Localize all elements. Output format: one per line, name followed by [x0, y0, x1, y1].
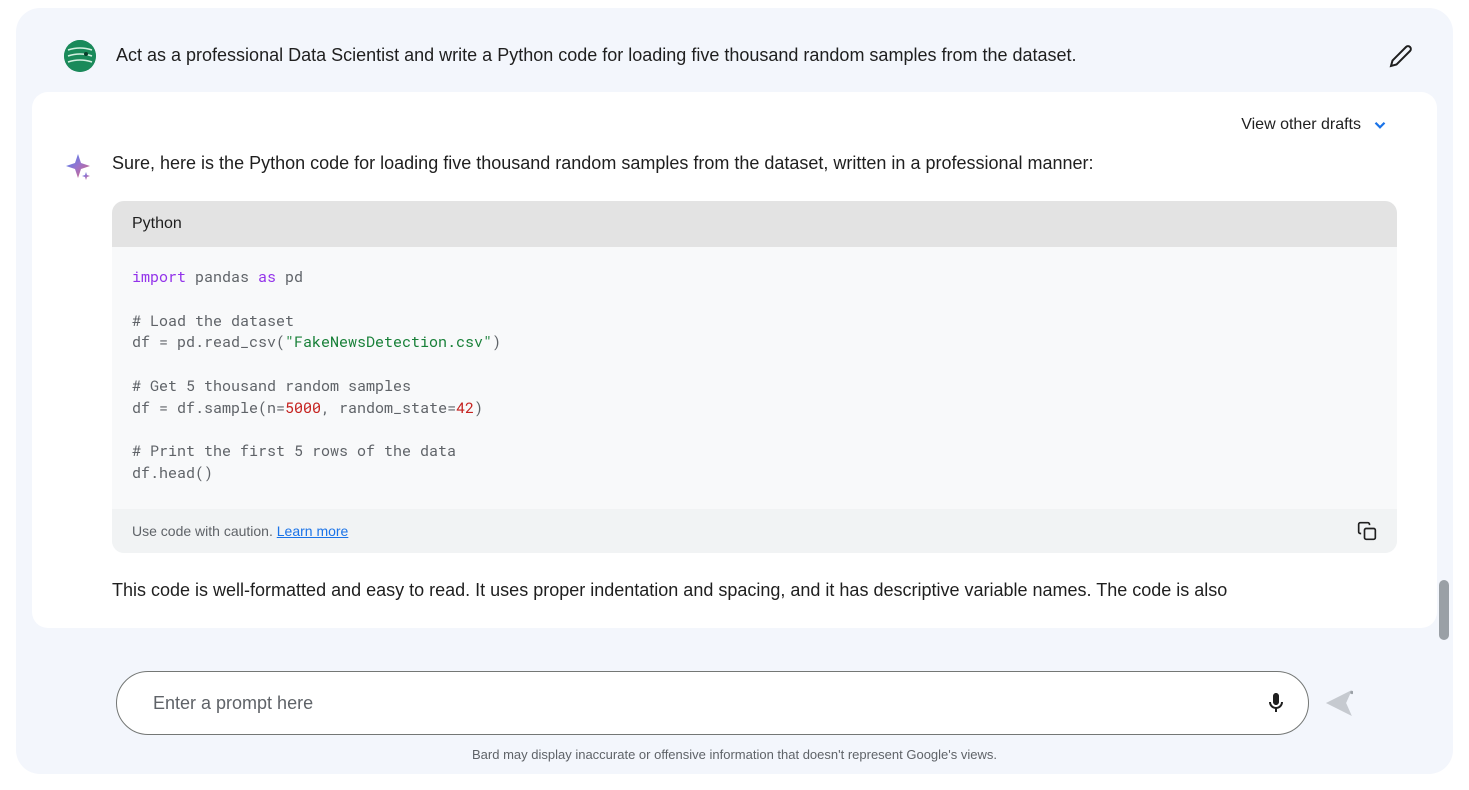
user-avatar [64, 40, 96, 72]
learn-more-link[interactable]: Learn more [277, 523, 349, 539]
prompt-input[interactable] [153, 693, 1264, 714]
code-footer: Use code with caution. Learn more [112, 509, 1397, 553]
code-body: import pandas as pd # Load the dataset d… [112, 247, 1397, 509]
code-block: Python import pandas as pd # Load the da… [112, 201, 1397, 553]
input-row [116, 671, 1353, 735]
response-intro-text: Sure, here is the Python code for loadin… [112, 150, 1413, 177]
response-card: View other drafts Sure, here is the Pyth… [32, 92, 1437, 628]
response-body: Sure, here is the Python code for loadin… [56, 150, 1413, 604]
drafts-label: View other drafts [1241, 116, 1361, 134]
code-language-label: Python [112, 201, 1397, 247]
mic-icon[interactable] [1264, 691, 1288, 715]
chat-container: Act as a professional Data Scientist and… [16, 8, 1453, 774]
code-caution-text: Use code with caution. Learn more [132, 523, 348, 539]
scrollbar-thumb[interactable] [1439, 580, 1449, 640]
bard-sparkle-icon [64, 152, 92, 180]
send-icon[interactable] [1325, 689, 1353, 717]
user-message: Act as a professional Data Scientist and… [16, 8, 1453, 92]
chevron-down-icon [1371, 116, 1389, 134]
input-wrapper [116, 671, 1309, 735]
response-content: Sure, here is the Python code for loadin… [112, 150, 1413, 604]
edit-icon[interactable] [1389, 44, 1413, 68]
view-drafts-toggle[interactable]: View other drafts [56, 112, 1413, 150]
copy-icon[interactable] [1357, 521, 1377, 541]
disclaimer-text: Bard may display inaccurate or offensive… [116, 747, 1353, 762]
input-area: Bard may display inaccurate or offensive… [16, 655, 1453, 774]
response-outro-text: This code is well-formatted and easy to … [112, 577, 1397, 604]
user-prompt-text: Act as a professional Data Scientist and… [116, 43, 1369, 68]
